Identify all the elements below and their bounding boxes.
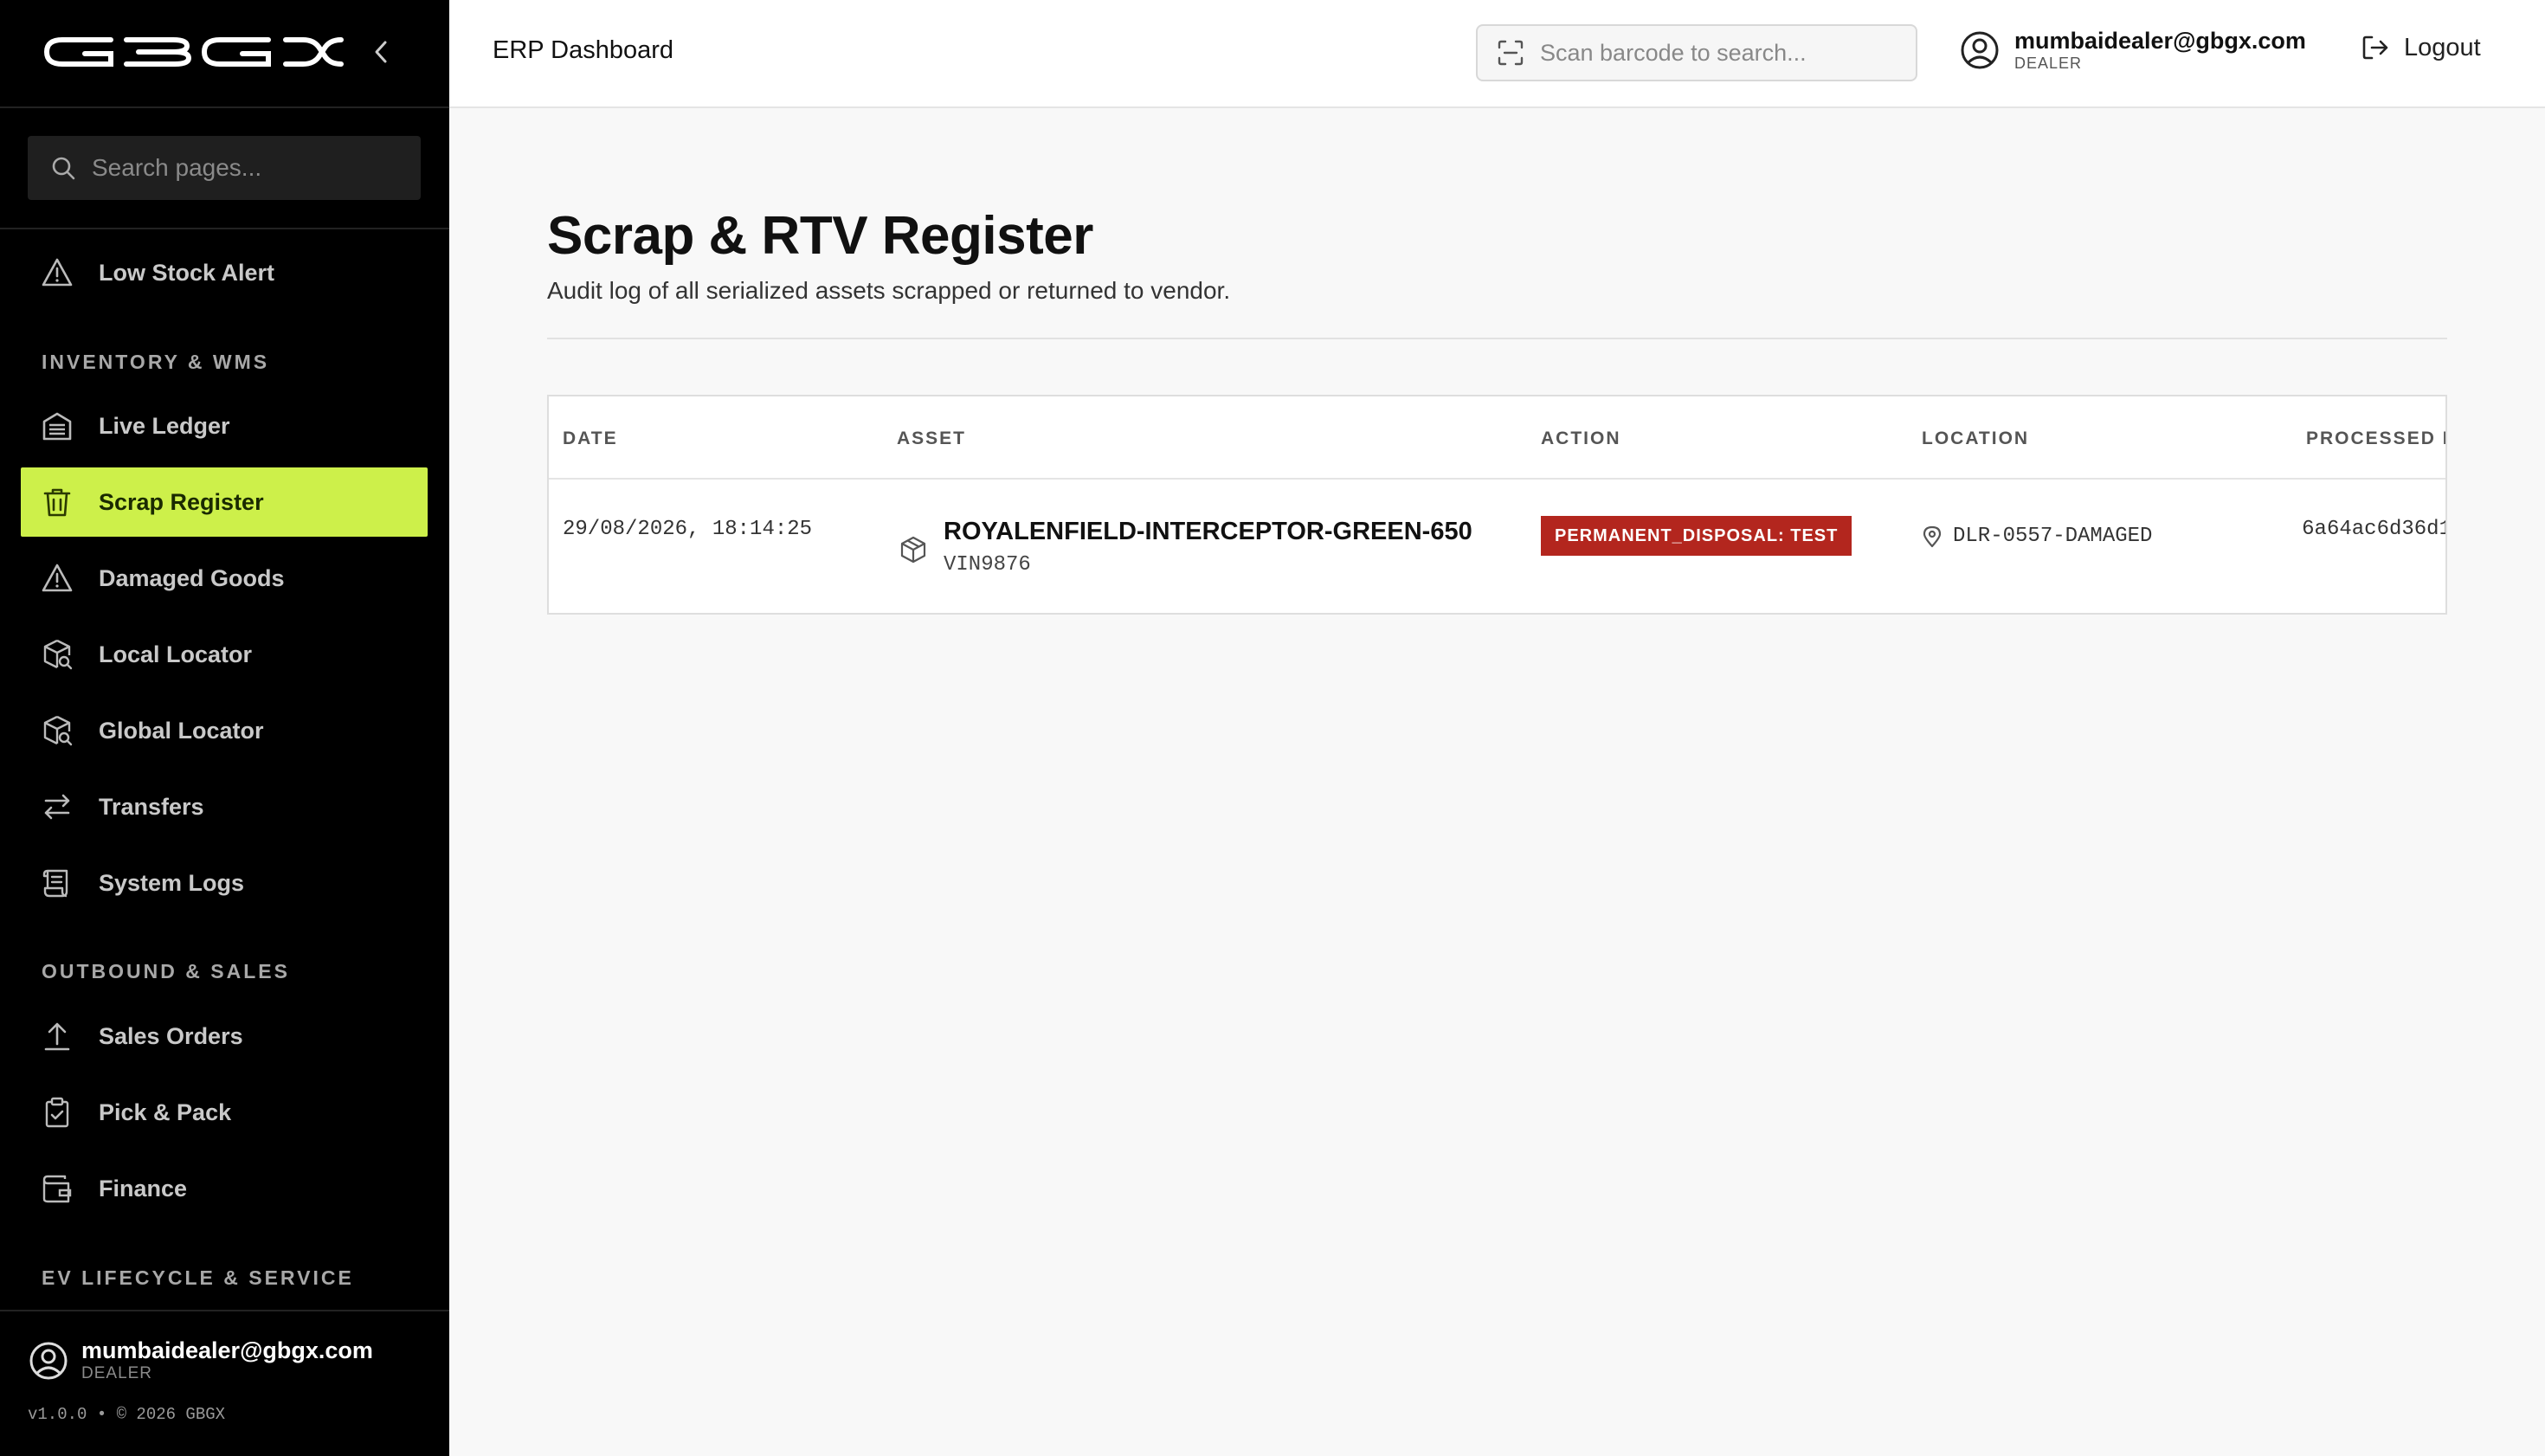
divider <box>547 338 2447 339</box>
asset-vin: VIN9876 <box>944 553 1031 577</box>
sidebar-item-low-stock-alert[interactable]: Low Stock Alert <box>21 238 428 307</box>
wallet-icon <box>40 1171 74 1206</box>
upload-icon <box>40 1019 74 1053</box>
sidebar-item-local-locator[interactable]: Local Locator <box>21 620 428 689</box>
table-header: DATE ASSET ACTION LOCATION PROCESSED B <box>549 396 2445 480</box>
main-content: Scrap & RTV Register Audit log of all se… <box>449 110 2545 1456</box>
logout-button[interactable]: Logout <box>2361 33 2481 62</box>
user-circle-icon <box>29 1342 68 1379</box>
cell-asset: ROYALENFIELD-INTERCEPTOR-GREEN-650 VIN98… <box>899 518 1472 577</box>
map-pin-icon <box>1923 525 1942 547</box>
sidebar-item-label: System Logs <box>99 869 245 896</box>
sidebar-item-label: Global Locator <box>99 717 264 744</box>
sidebar-item-finance[interactable]: Finance <box>21 1154 428 1223</box>
sidebar-item-label: Low Stock Alert <box>99 259 275 286</box>
chevron-left-icon <box>375 41 387 63</box>
sidebar-user[interactable]: mumbaidealer@gbgx.com DEALER <box>28 1337 373 1383</box>
column-header-location[interactable]: LOCATION <box>1922 428 2029 449</box>
cell-date: 29/08/2026, 18:14:25 <box>563 518 813 541</box>
sidebar-item-label: Local Locator <box>99 641 253 667</box>
topbar-user[interactable]: mumbaidealer@gbgx.com DEALER <box>1959 28 2306 73</box>
sidebar-item-label: Sales Orders <box>99 1022 243 1049</box>
collapse-sidebar-button[interactable] <box>365 35 396 69</box>
location-text: DLR-0557-DAMAGED <box>1953 525 2153 548</box>
cell-processed-by: 6a64ac6d36d10b5e1 380de <box>2237 516 2447 571</box>
trash-icon <box>40 485 74 519</box>
sidebar-item-label: Damaged Goods <box>99 564 285 591</box>
sidebar-search-box[interactable] <box>28 136 421 200</box>
sidebar-item-live-ledger[interactable]: Live Ledger <box>21 391 428 461</box>
alert-triangle-icon <box>40 561 74 596</box>
sidebar-user-role: DEALER <box>81 1364 153 1382</box>
sidebar-search-area <box>0 108 449 229</box>
user-circle-icon <box>1961 31 1999 69</box>
sidebar-item-global-locator[interactable]: Global Locator <box>21 696 428 765</box>
sidebar-item-label: Transfers <box>99 793 204 820</box>
cell-location: DLR-0557-DAMAGED <box>1922 525 2152 548</box>
page-subtitle: Audit log of all serialized assets scrap… <box>547 277 1231 304</box>
sidebar-item-label: Scrap Register <box>99 488 264 515</box>
alert-triangle-icon <box>40 255 74 290</box>
sidebar-item-label: Pick & Pack <box>99 1098 232 1125</box>
scroll-icon <box>40 866 74 900</box>
sidebar-item-damaged-goods[interactable]: Damaged Goods <box>21 544 428 613</box>
topbar-user-role: DEALER <box>2014 55 2083 72</box>
gbgx-logo <box>43 37 344 67</box>
top-bar: ERP Dashboard mumbaidealer@gbgx.com DEAL… <box>449 0 2545 108</box>
section-title-outbound: OUTBOUND & SALES <box>42 960 290 982</box>
package-search-icon <box>40 637 74 672</box>
topbar-user-email: mumbaidealer@gbgx.com <box>2014 28 2306 54</box>
column-header-asset[interactable]: ASSET <box>897 428 966 449</box>
scan-barcode-icon <box>1498 40 1524 66</box>
version-text: v1.0.0 • © 2026 GBGX <box>28 1405 226 1424</box>
processed-by-line-2: 380de <box>2237 544 2445 571</box>
sidebar-item-sales-orders[interactable]: Sales Orders <box>21 1002 428 1071</box>
sidebar-search-input[interactable] <box>92 154 403 182</box>
action-badge: PERMANENT_DISPOSAL: TEST <box>1541 516 1852 556</box>
column-header-processed-by[interactable]: PROCESSED B <box>2306 428 2445 449</box>
package-icon <box>900 536 926 564</box>
column-header-date[interactable]: DATE <box>563 428 618 449</box>
asset-name[interactable]: ROYALENFIELD-INTERCEPTOR-GREEN-650 <box>944 518 1472 546</box>
scrap-register-table: DATE ASSET ACTION LOCATION PROCESSED B 2… <box>547 395 2447 615</box>
sidebar: Low Stock Alert INVENTORY & WMS Live Led… <box>0 0 449 1456</box>
sidebar-footer: mumbaidealer@gbgx.com DEALER v1.0.0 • © … <box>0 1310 449 1456</box>
package-search-icon <box>40 713 74 748</box>
sidebar-item-transfers[interactable]: Transfers <box>21 772 428 841</box>
section-title-ev-lifecycle: EV LIFECYCLE & SERVICE <box>42 1266 354 1289</box>
section-title-inventory: INVENTORY & WMS <box>42 351 270 373</box>
sidebar-item-system-logs[interactable]: System Logs <box>21 848 428 918</box>
sidebar-item-scrap-register[interactable]: Scrap Register <box>21 467 428 537</box>
sidebar-item-pick-pack[interactable]: Pick & Pack <box>21 1078 428 1147</box>
barcode-search-input[interactable] <box>1540 39 1904 67</box>
column-header-action[interactable]: ACTION <box>1541 428 1621 449</box>
barcode-search-box[interactable] <box>1476 24 1917 81</box>
sidebar-user-email: mumbaidealer@gbgx.com <box>81 1337 373 1363</box>
clipboard-check-icon <box>40 1095 74 1130</box>
sidebar-item-label: Live Ledger <box>99 412 230 439</box>
ledger-icon <box>40 409 74 443</box>
search-icon <box>52 157 75 180</box>
page-title: Scrap & RTV Register <box>547 206 1093 266</box>
sidebar-item-label: Finance <box>99 1175 188 1202</box>
logout-label: Logout <box>2404 33 2481 61</box>
processed-by-line-1: 6a64ac6d36d10b5e1 <box>2302 518 2447 541</box>
app-title: ERP Dashboard <box>493 36 674 64</box>
logout-icon <box>2362 35 2388 60</box>
sidebar-header <box>0 0 449 108</box>
table-row[interactable]: 29/08/2026, 18:14:25 ROYALENFIELD-INTERC… <box>549 480 2447 613</box>
arrows-left-right-icon <box>40 789 74 824</box>
